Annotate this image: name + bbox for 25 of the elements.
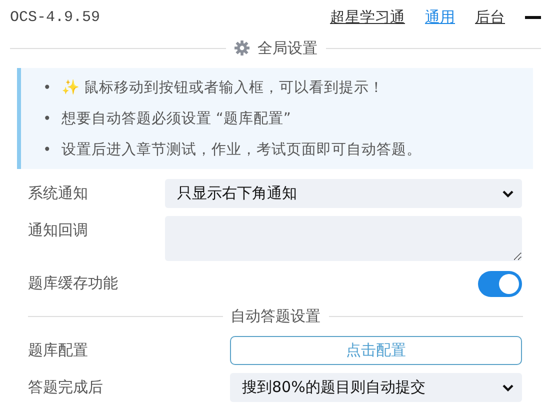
section-title: 全局设置 [258, 38, 318, 58]
select-field[interactable]: 搜到80%的题目则自动提交 [230, 373, 522, 402]
setting-label: 题库缓存功能 [28, 273, 119, 294]
nav-tab[interactable]: 后台 [475, 8, 505, 26]
app-version: OCS-4.9.59 [10, 8, 102, 26]
setting-label: 通知回调 [28, 220, 89, 241]
nav-tab[interactable]: 超星学习通 [330, 8, 405, 26]
bullet: • [43, 78, 52, 96]
tip-text: ✨ 鼠标移动到按钮或者输入框，可以看到提示！ [61, 78, 384, 98]
nav-tab[interactable]: 通用 [425, 8, 455, 26]
chevron-down-icon [502, 190, 514, 198]
setting-label: 题库配置 [28, 340, 89, 361]
minimize-icon[interactable] [525, 16, 541, 18]
chevron-down-icon [502, 384, 514, 392]
gear-icon [234, 40, 250, 56]
input-field[interactable] [165, 216, 522, 261]
setting-label: 系统通知 [28, 183, 89, 204]
bullet: • [43, 110, 52, 128]
tip-text: 设置后进入章节测试，作业，考试页面即可自动答题。 [61, 140, 422, 160]
setting-label: 答题完成后 [28, 377, 104, 398]
toggle-switch[interactable] [478, 271, 522, 297]
section-title: 自动答题设置 [230, 306, 320, 326]
select-field[interactable]: 只显示右下角通知 [165, 179, 522, 208]
tip-text: 想要自动答题必须设置 “题库配置” [61, 110, 291, 128]
bullet: • [43, 140, 52, 158]
